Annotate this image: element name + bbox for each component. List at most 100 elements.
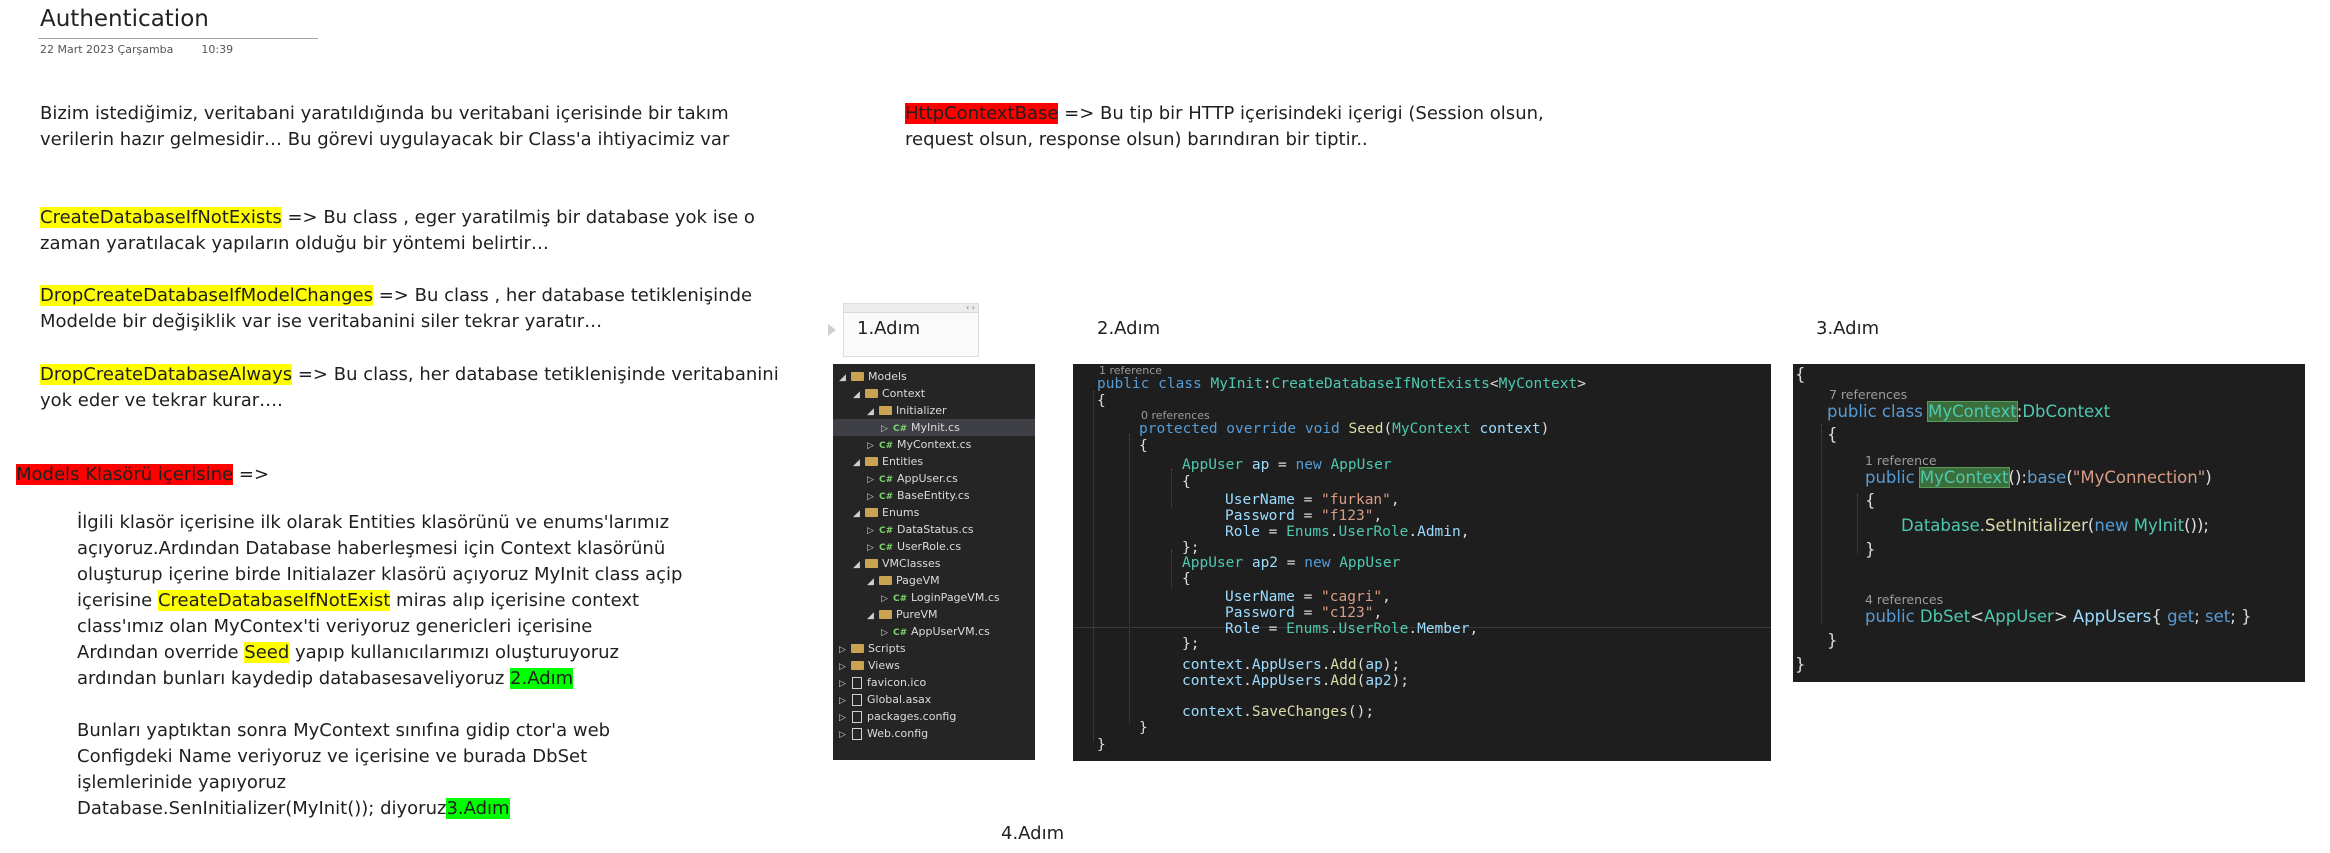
tree-item-label: UserRole.cs <box>897 540 962 553</box>
tree-item: ▷ Global.asax <box>833 691 1035 708</box>
code-line: { <box>1827 425 1838 444</box>
code-line: protected override void Seed(MyContext c… <box>1139 421 1550 437</box>
code-line: { <box>1795 365 1806 384</box>
tree-item-label: Initializer <box>896 404 947 417</box>
code-line: context.SaveChanges(); <box>1182 704 1375 720</box>
tree-item-label: DataStatus.cs <box>897 523 974 536</box>
tree-item-label: Scripts <box>868 642 906 655</box>
models-line: class'ımız olan MyContex'ti veriyoruz ge… <box>77 616 593 637</box>
models-line: açıyoruz.Ardından Database haberleşmesi … <box>77 538 666 559</box>
term-seed: Seed <box>244 642 290 663</box>
tree-item-label: favicon.ico <box>867 676 927 689</box>
code-line: { <box>1865 491 1876 510</box>
folder-icon <box>865 559 878 568</box>
text: Ardından override <box>77 642 245 663</box>
code-line: public class MyInit:CreateDatabaseIfNotE… <box>1097 376 1586 392</box>
code-string: "MyConnection" <box>2072 468 2206 487</box>
models-line: işlemlerinide yapıyoruz <box>77 772 287 793</box>
tree-item: ◢ PureVM <box>833 606 1035 623</box>
def-drop-always: DropCreateDatabaseAlways => Bu class, he… <box>40 362 779 414</box>
tree-item: ◢ Entities <box>833 453 1035 470</box>
models-line: Ardından override Seed yapıp kullanıcıla… <box>77 640 682 666</box>
def-text: request olsun, response olsun) barındıra… <box>905 129 1368 150</box>
folder-icon <box>851 661 864 670</box>
container-bar[interactable]: ‹ › <box>844 304 978 313</box>
code-line: UserName = "cagri", <box>1225 589 1391 605</box>
text: Database.SenInitializer(MyInit()); diyor… <box>77 798 447 819</box>
code-line: } <box>1139 720 1148 736</box>
step-1-label: 1.Adım <box>857 318 921 339</box>
code-string: "f123" <box>1321 508 1374 524</box>
codelens-ref: 4 references <box>1865 592 1944 607</box>
code-line: public class MyContext:DbContext <box>1827 401 2111 422</box>
def-text: => Bu tip bir HTTP içerisindeki içerigi … <box>1058 103 1544 124</box>
def-text: => Bu class , her database tetiklenişind… <box>372 285 753 306</box>
tree-item-label: Global.asax <box>867 693 932 706</box>
tree-item-label: Views <box>868 659 900 672</box>
def-text: => Bu class, her database tetiklenişinde… <box>292 364 779 385</box>
code-line: AppUser ap2 = new AppUser <box>1182 555 1401 571</box>
tree-item: ▷ C# AppUserVM.cs <box>833 623 1035 640</box>
tree-item-label: Entities <box>882 455 924 468</box>
tree-item-label: AppUserVM.cs <box>911 625 990 638</box>
step-ref-3: 3.Adım <box>446 798 510 819</box>
code-line: { <box>1139 438 1148 454</box>
tree-item-label: Web.config <box>867 727 929 740</box>
tree-item: ▷ Scripts <box>833 640 1035 657</box>
tree-item-label: VMClasses <box>882 557 941 570</box>
tree-item: ◢ Models <box>833 368 1035 385</box>
tree-item-label: AppUser.cs <box>897 472 958 485</box>
models-line: Database.SenInitializer(MyInit()); diyor… <box>77 796 610 822</box>
codelens-ref: 7 references <box>1829 387 1908 402</box>
models-heading-arrow: => <box>233 464 270 485</box>
folder-icon <box>851 644 864 653</box>
code-line: Password = "f123", <box>1225 508 1383 524</box>
tree-item-label: LoginPageVM.cs <box>911 591 1000 604</box>
file-icon <box>852 677 862 689</box>
tree-item-label: Context <box>882 387 926 400</box>
models-line: Bunları yaptıktan sonra MyContext sınıfı… <box>77 720 611 741</box>
term-http-context-base: HttpContextBase <box>905 103 1059 124</box>
code-line: public MyContext():base("MyConnection") <box>1865 467 2212 488</box>
page-date: 22 Mart 2023 Çarşamba <box>40 43 174 56</box>
tree-item: ◢ Context <box>833 385 1035 402</box>
tree-item: ▷ favicon.ico <box>833 674 1035 691</box>
intro-paragraph: Bizim istediğimiz, veritabani yaratıldığ… <box>40 101 729 153</box>
tree-item-label: MyContext.cs <box>897 438 972 451</box>
title-divider <box>38 38 318 39</box>
code-line: Password = "c123", <box>1225 605 1383 621</box>
code-myinit-image: 1 reference public class MyInit:CreateDa… <box>1073 364 1771 761</box>
def-text: Modelde bir değişiklik var ise veritaban… <box>40 311 603 332</box>
term-drop-if-model-changes: DropCreateDatabaseIfModelChanges <box>40 285 373 306</box>
tree-item: ▷ C# MyInit.cs <box>833 419 1035 436</box>
folder-icon <box>851 372 864 381</box>
tree-item: ▷ C# AppUser.cs <box>833 470 1035 487</box>
term-create-if-not-exist: CreateDatabaseIfNotExist <box>157 590 391 611</box>
tree-item-label: PageVM <box>896 574 940 587</box>
tree-item: ◢ Initializer <box>833 402 1035 419</box>
folder-icon <box>879 610 892 619</box>
models-line: Configdeki Name veriyoruz ve içerisine v… <box>77 746 588 767</box>
page-time: 10:39 <box>201 43 234 56</box>
tree-item: ◢ VMClasses <box>833 555 1035 572</box>
tree-item-label: packages.config <box>867 710 957 723</box>
solution-explorer-image: ◢ Models ◢ Context ◢ Initializer ▷ C# MyInit.cs ▷… <box>833 364 1035 760</box>
intro-line-1: Bizim istediğimiz, veritabani yaratıldığ… <box>40 103 729 124</box>
step-2-label: 2.Adım <box>1097 318 1161 339</box>
models-paragraph-2: Bunları yaptıktan sonra MyContext sınıfı… <box>77 718 610 822</box>
drag-handle-icon[interactable] <box>828 324 836 336</box>
text: miras alıp içerisine context <box>390 590 640 611</box>
code-line: AppUser ap = new AppUser <box>1182 457 1392 473</box>
collapse-right-icon: ▷ <box>839 730 846 740</box>
folder-icon <box>865 508 878 517</box>
codelens-ref: 1 reference <box>1865 453 1937 468</box>
tree-item: ▷ C# MyContext.cs <box>833 436 1035 453</box>
code-line: Role = Enums.UserRole.Admin, <box>1225 524 1470 540</box>
code-line: UserName = "furkan", <box>1225 492 1400 508</box>
code-line: { <box>1182 571 1191 587</box>
def-text: zaman yaratılacak yapıların olduğu bir y… <box>40 233 549 254</box>
text: yapıp kullanıcılarımızı oluşturuyoruz <box>289 642 619 663</box>
code-string: "cagri" <box>1321 589 1383 605</box>
text: ardından bunları kaydedip databasesaveli… <box>77 668 511 689</box>
code-line: { <box>1097 393 1106 409</box>
